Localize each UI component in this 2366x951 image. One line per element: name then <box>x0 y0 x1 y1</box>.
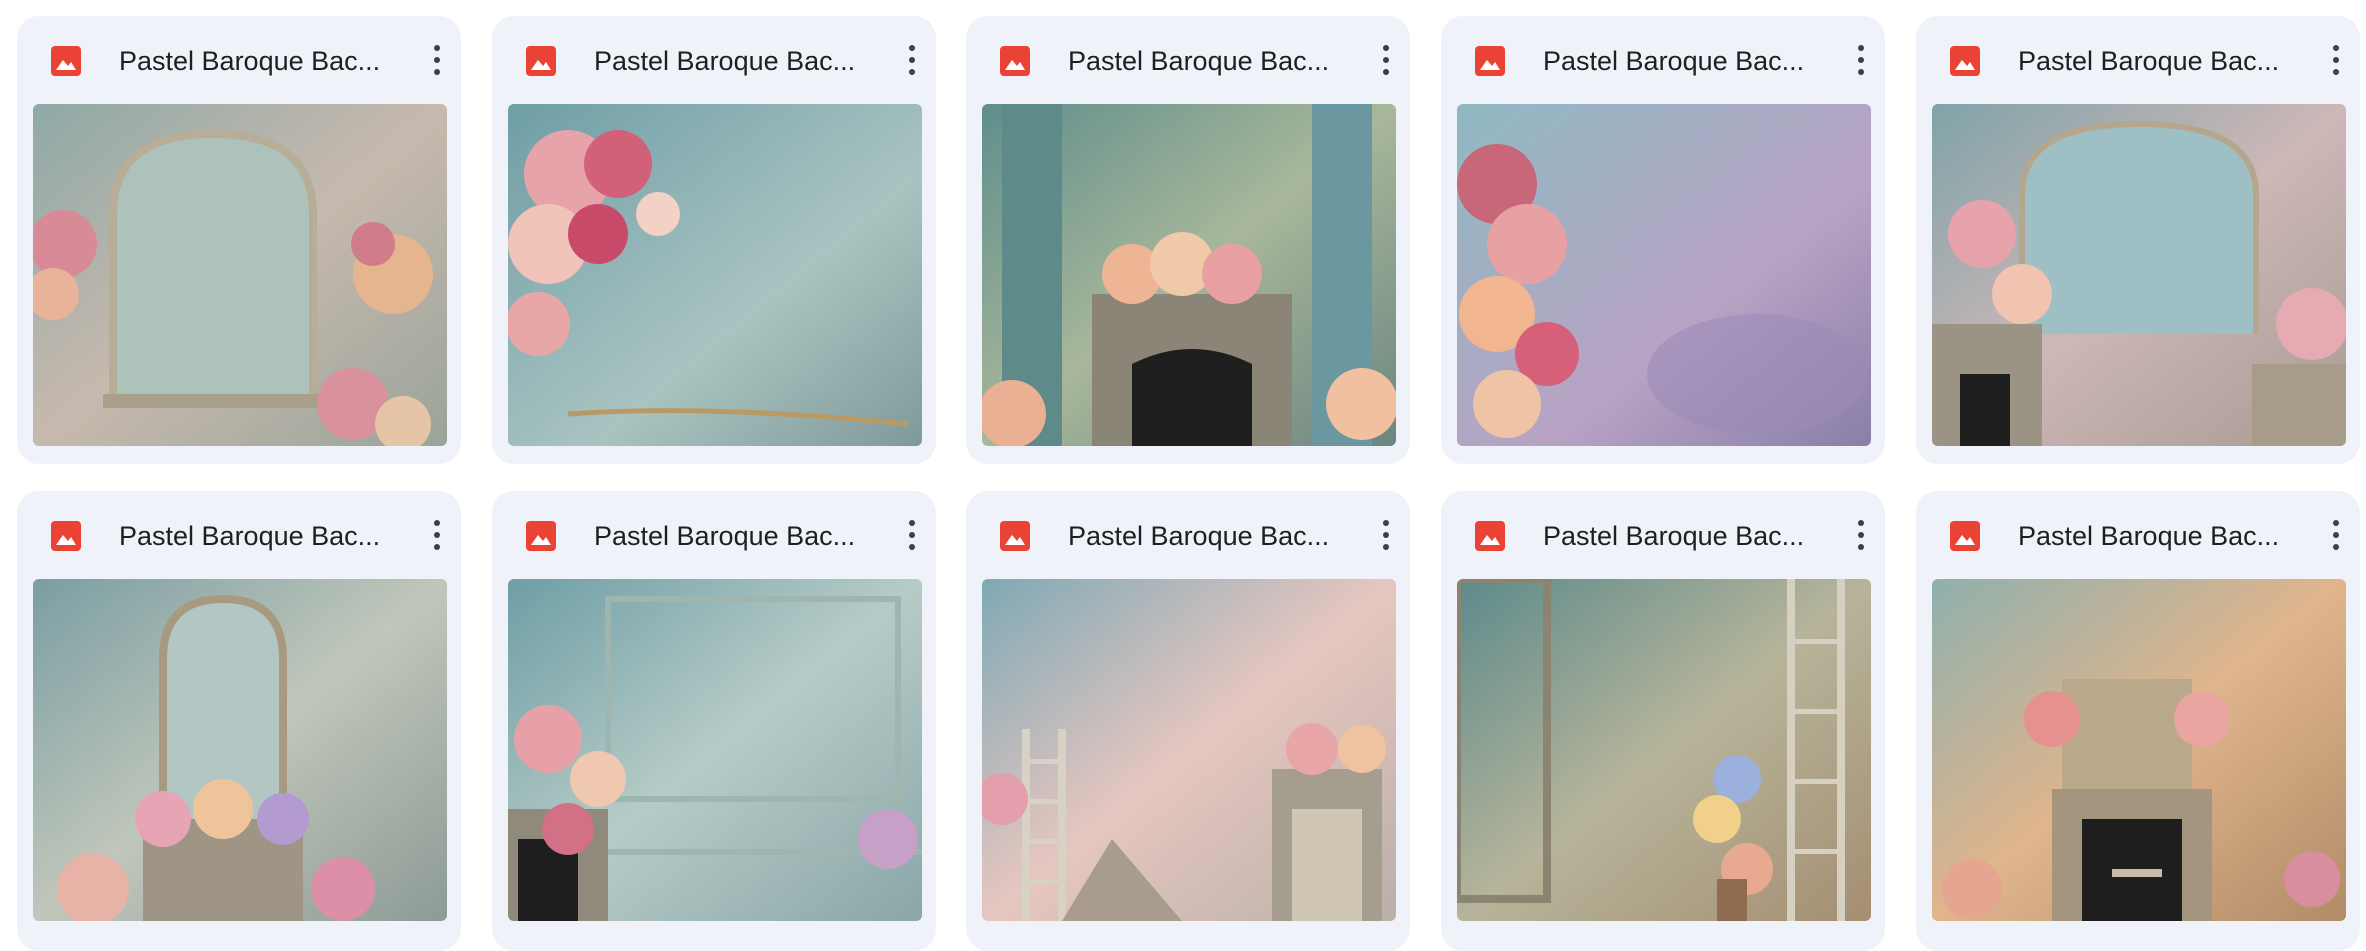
image-file-icon <box>51 46 81 76</box>
file-title: Pastel Baroque Bac... <box>1543 46 1805 76</box>
image-file-icon <box>1475 521 1505 551</box>
file-card-header: Pastel Baroque Bac... <box>492 16 936 104</box>
file-thumbnail[interactable] <box>1457 104 1871 446</box>
file-thumbnail[interactable] <box>982 104 1396 446</box>
image-file-icon <box>51 521 81 551</box>
image-file-icon <box>1000 46 1030 76</box>
more-vert-icon <box>434 45 440 75</box>
file-title: Pastel Baroque Bac... <box>119 46 381 76</box>
image-file-icon <box>526 46 556 76</box>
file-card-header: Pastel Baroque Bac... <box>1916 491 2360 579</box>
file-title: Pastel Baroque Bac... <box>119 521 381 551</box>
file-card[interactable]: Pastel Baroque Bac... <box>1916 16 2360 464</box>
file-title: Pastel Baroque Bac... <box>2018 46 2280 76</box>
file-card-header: Pastel Baroque Bac... <box>966 16 1410 104</box>
file-title: Pastel Baroque Bac... <box>1068 46 1330 76</box>
more-actions-button[interactable] <box>1364 38 1408 82</box>
file-card[interactable]: Pastel Baroque Bac... <box>17 16 461 464</box>
more-actions-button[interactable] <box>1364 513 1408 557</box>
file-title: Pastel Baroque Bac... <box>1068 521 1330 551</box>
more-actions-button[interactable] <box>415 38 459 82</box>
more-actions-button[interactable] <box>890 38 934 82</box>
file-title: Pastel Baroque Bac... <box>2018 521 2280 551</box>
image-file-icon <box>1950 521 1980 551</box>
file-title: Pastel Baroque Bac... <box>594 521 856 551</box>
file-title: Pastel Baroque Bac... <box>594 46 856 76</box>
file-card[interactable]: Pastel Baroque Bac... <box>966 16 1410 464</box>
file-card[interactable]: Pastel Baroque Bac... <box>17 491 461 951</box>
file-thumbnail[interactable] <box>508 579 922 921</box>
image-file-icon <box>526 521 556 551</box>
more-actions-button[interactable] <box>415 513 459 557</box>
image-file-icon <box>1475 46 1505 76</box>
file-card[interactable]: Pastel Baroque Bac... <box>966 491 1410 951</box>
file-card[interactable]: Pastel Baroque Bac... <box>1441 16 1885 464</box>
file-card[interactable]: Pastel Baroque Bac... <box>1441 491 1885 951</box>
more-actions-button[interactable] <box>890 513 934 557</box>
more-vert-icon <box>1383 520 1389 550</box>
more-vert-icon <box>2333 520 2339 550</box>
file-thumbnail[interactable] <box>33 579 447 921</box>
file-grid: Pastel Baroque Bac... Pastel Baroque Bac <box>0 0 2366 951</box>
more-actions-button[interactable] <box>1839 38 1883 82</box>
file-card-header: Pastel Baroque Bac... <box>1441 491 1885 579</box>
more-vert-icon <box>434 520 440 550</box>
more-actions-button[interactable] <box>1839 513 1883 557</box>
file-card-header: Pastel Baroque Bac... <box>492 491 936 579</box>
file-card[interactable]: Pastel Baroque Bac... <box>1916 491 2360 951</box>
file-card-header: Pastel Baroque Bac... <box>17 491 461 579</box>
more-vert-icon <box>909 45 915 75</box>
file-card-header: Pastel Baroque Bac... <box>966 491 1410 579</box>
file-card[interactable]: Pastel Baroque Bac... <box>492 491 936 951</box>
file-thumbnail[interactable] <box>1457 579 1871 921</box>
file-thumbnail[interactable] <box>1932 579 2346 921</box>
file-title: Pastel Baroque Bac... <box>1543 521 1805 551</box>
more-vert-icon <box>1858 45 1864 75</box>
more-actions-button[interactable] <box>2314 38 2358 82</box>
more-vert-icon <box>2333 45 2339 75</box>
file-card-header: Pastel Baroque Bac... <box>17 16 461 104</box>
image-file-icon <box>1000 521 1030 551</box>
file-card[interactable]: Pastel Baroque Bac... <box>492 16 936 464</box>
more-vert-icon <box>909 520 915 550</box>
file-thumbnail[interactable] <box>982 579 1396 921</box>
more-vert-icon <box>1383 45 1389 75</box>
file-thumbnail[interactable] <box>508 104 922 446</box>
more-vert-icon <box>1858 520 1864 550</box>
file-card-header: Pastel Baroque Bac... <box>1916 16 2360 104</box>
file-thumbnail[interactable] <box>1932 104 2346 446</box>
more-actions-button[interactable] <box>2314 513 2358 557</box>
image-file-icon <box>1950 46 1980 76</box>
file-thumbnail[interactable] <box>33 104 447 446</box>
file-card-header: Pastel Baroque Bac... <box>1441 16 1885 104</box>
